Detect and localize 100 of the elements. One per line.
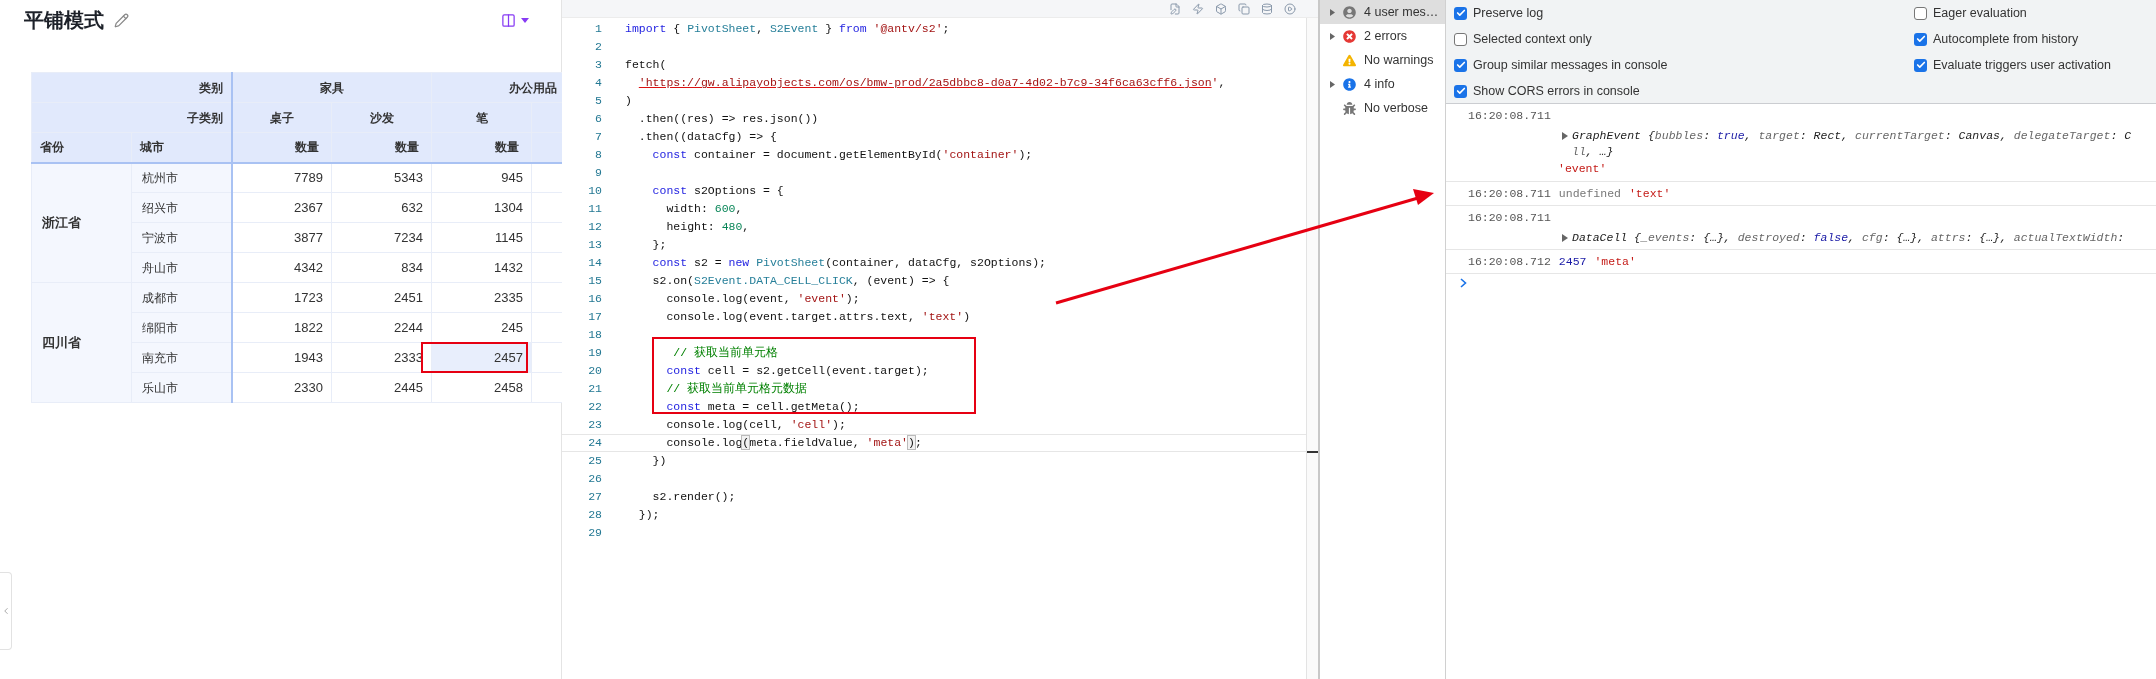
checkbox[interactable] — [1454, 32, 1467, 46]
data-cell[interactable]: 945 — [431, 162, 532, 193]
data-cell[interactable]: 1723 — [231, 282, 332, 313]
expand-icon[interactable] — [1562, 234, 1568, 242]
data-cell[interactable]: 2330 — [231, 372, 332, 403]
checkbox[interactable] — [1454, 6, 1467, 20]
info-icon — [1343, 77, 1356, 91]
data-cell[interactable]: 1432 — [431, 252, 532, 283]
line-number: 9 — [594, 165, 602, 182]
header-cell: 桌子 — [231, 102, 332, 133]
header-cell: 沙发 — [331, 102, 432, 133]
setting-label: Show CORS errors in console — [1473, 82, 1640, 100]
header-cell: 类别 — [31, 72, 232, 103]
code-line: const cell = s2.getCell(event.target); — [665, 363, 929, 380]
code-line: height: 480, — [665, 219, 750, 236]
data-cell[interactable]: 4342 — [231, 252, 332, 283]
cube-icon[interactable] — [1215, 2, 1227, 15]
filter-item[interactable]: No verbose — [1320, 96, 1445, 120]
timestamp: 16:20:08.711 — [1468, 185, 1551, 202]
object-preview[interactable]: ll, …} — [1572, 144, 2132, 161]
line-number: 18 — [587, 327, 602, 344]
code-line: s2.render(); — [651, 489, 736, 506]
code-line: console.log(event.target.attrs.text, 'text') — [665, 309, 971, 326]
log-label: 'event' — [1558, 162, 1607, 176]
province-label: 四川省 — [42, 334, 81, 350]
setting-label: Group similar messages in console — [1473, 56, 1668, 74]
code-line: console.log(meta.fieldValue, 'meta'); — [665, 435, 922, 452]
code-line: const container = document.getElementById('container'); — [651, 147, 1033, 164]
log-value: undefined — [1558, 185, 1621, 202]
expand-icon[interactable] — [1562, 132, 1568, 141]
city-label: 乐山市 — [142, 380, 178, 395]
line-number: 5 — [594, 93, 602, 110]
data-cell[interactable]: 7234 — [331, 222, 432, 253]
setting-label: Autocomplete from history — [1933, 30, 2079, 48]
city-label: 成都市 — [142, 290, 178, 305]
data-cell[interactable]: 2335 — [431, 282, 532, 313]
line-number: 20 — [587, 363, 602, 380]
data-cell[interactable]: 245 — [431, 312, 532, 343]
code-line: width: 600, — [665, 201, 743, 218]
data-cell[interactable]: 3877 — [231, 222, 332, 253]
object-preview[interactable]: DataCell {_events: {…}, destroyed: false, cfg: {…}, attrs: {…}, actualTextWidth: — [1572, 230, 2125, 246]
columns-icon[interactable] — [501, 12, 516, 28]
checkbox[interactable] — [1454, 58, 1467, 72]
expand-icon[interactable] — [1330, 80, 1335, 88]
data-cell[interactable]: 1304 — [431, 192, 532, 223]
code-line: console.log(event, 'event'); — [665, 291, 860, 308]
line-number: 2 — [594, 39, 602, 56]
filter-item[interactable]: No warnings — [1320, 48, 1445, 72]
filter-item[interactable]: 2 errors — [1320, 24, 1445, 48]
code-line: }; — [651, 237, 667, 254]
data-cell[interactable]: 2244 — [331, 312, 432, 343]
data-cell[interactable]: 834 — [331, 252, 432, 283]
city-label: 绍兴市 — [142, 200, 178, 215]
prompt-icon[interactable] — [1460, 278, 1467, 289]
data-cell[interactable]: 2367 — [231, 192, 332, 223]
filter-item[interactable]: 4 user mes… — [1320, 0, 1445, 24]
code-line: fetch( — [625, 57, 667, 74]
data-cell[interactable]: 5343 — [331, 162, 432, 193]
data-cell[interactable]: 1145 — [431, 222, 532, 253]
header-cell: 家具 — [231, 72, 432, 103]
object-preview[interactable]: GraphEvent {bubbles: true, target: Rect, currentTarget: Canvas, delegateTarget: C — [1572, 128, 2132, 145]
city-label: 绵阳市 — [142, 320, 178, 335]
caret-icon[interactable] — [521, 17, 529, 23]
database-icon[interactable] — [1261, 2, 1273, 15]
checkbox[interactable] — [1914, 32, 1927, 46]
code-line: .then((dataCfg) => { — [637, 129, 777, 146]
filter-item[interactable]: 4 info — [1320, 72, 1445, 96]
code-line: // 获取当前单元格 — [672, 345, 779, 362]
edit-icon[interactable] — [114, 12, 129, 28]
bug-icon — [1343, 101, 1356, 115]
line-number: 23 — [587, 417, 602, 434]
checkbox[interactable] — [1914, 58, 1927, 72]
line-number: 22 — [587, 399, 602, 416]
city-label: 舟山市 — [142, 260, 178, 275]
data-cell[interactable]: 7789 — [231, 162, 332, 193]
code-line: console.log(cell, 'cell'); — [665, 417, 846, 434]
code-line: }); — [637, 507, 660, 524]
line-number: 16 — [587, 291, 602, 308]
checkbox[interactable] — [1454, 84, 1467, 98]
setting-label: Selected context only — [1473, 30, 1592, 48]
line-number: 24 — [587, 435, 602, 452]
log-value: 'meta' — [1594, 254, 1636, 270]
page-title: 平铺模式 — [24, 8, 104, 33]
data-cell[interactable]: 2457 — [431, 342, 532, 373]
expand-icon[interactable] — [1330, 32, 1335, 40]
log-value: 'text' — [1628, 185, 1671, 202]
data-cell[interactable]: 632 — [331, 192, 432, 223]
line-number: 3 — [594, 57, 602, 74]
data-cell[interactable]: 1943 — [231, 342, 332, 373]
data-cell[interactable]: 2445 — [331, 372, 432, 403]
city-label: 南充市 — [142, 350, 178, 365]
checkbox[interactable] — [1914, 6, 1927, 20]
header-cell: 城市 — [131, 132, 232, 163]
line-number: 25 — [587, 453, 602, 470]
expand-icon[interactable] — [1330, 8, 1335, 16]
scrollbar[interactable] — [1306, 18, 1318, 679]
data-cell[interactable]: 2458 — [431, 372, 532, 403]
data-cell[interactable]: 2451 — [331, 282, 432, 313]
line-number: 1 — [594, 21, 602, 38]
data-cell[interactable]: 1822 — [231, 312, 332, 343]
